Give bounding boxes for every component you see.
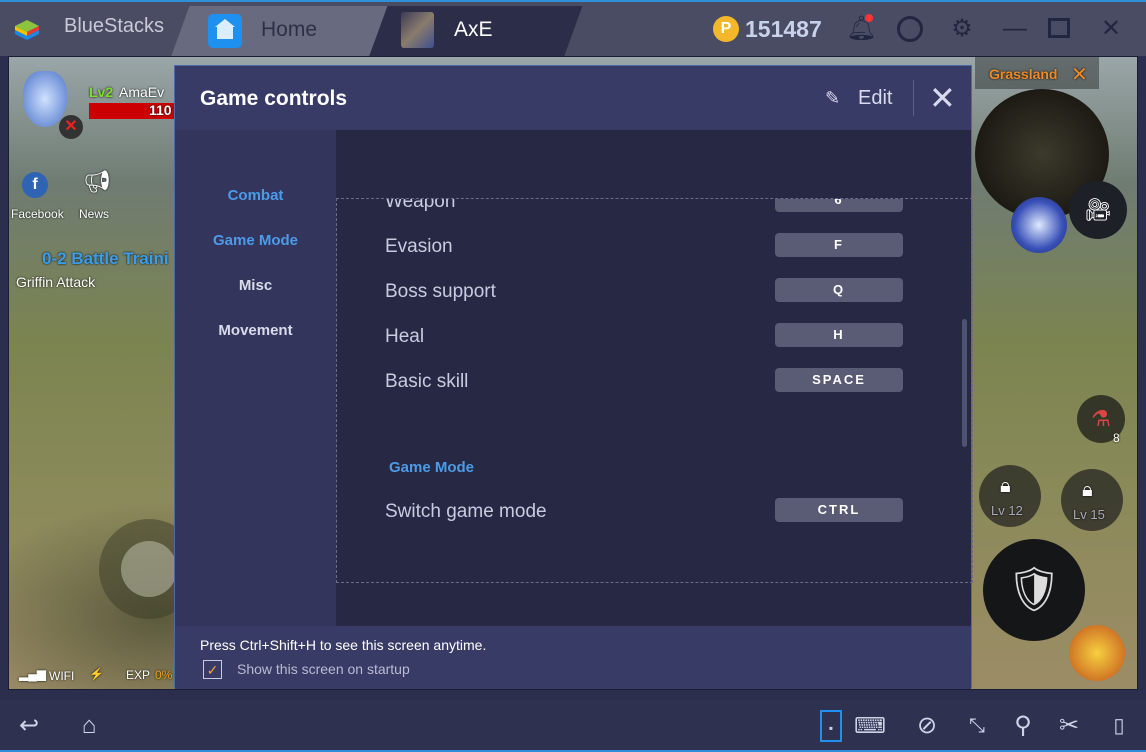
app-title: BlueStacks	[64, 15, 165, 37]
dialog-header: Game controls ✎ Edit ✕	[175, 66, 971, 130]
minimize-icon[interactable]: —	[1000, 14, 1030, 44]
quest-subtitle: Griffin Attack	[16, 274, 96, 290]
tab-axe-label[interactable]: AxE	[454, 18, 493, 42]
rotate-device-icon[interactable]: ▯	[1102, 710, 1136, 742]
control-label: Evasion	[385, 236, 453, 257]
bluestacks-logo	[15, 20, 39, 40]
pencil-icon[interactable]: ✎	[825, 88, 847, 110]
key-binding[interactable]: 6	[775, 199, 903, 212]
key-binding[interactable]: F	[775, 233, 903, 257]
key-binding[interactable]: Q	[775, 278, 903, 302]
startup-checkbox[interactable]: ✓	[203, 660, 222, 679]
category-sidebar: Combat Game Mode Misc Movement	[175, 130, 336, 626]
exp-value: 0%	[155, 668, 173, 682]
lock-level-1: Lv 12	[991, 503, 1023, 518]
key-binding[interactable]: H	[775, 323, 903, 347]
section-heading-game-mode: Game Mode	[389, 459, 475, 476]
fire-skill-icon[interactable]	[1069, 625, 1125, 681]
close-badge-icon: ✕	[59, 115, 83, 139]
lock-icon: 🔒︎	[1082, 479, 1093, 501]
player-level: Lv2	[89, 84, 114, 100]
megaphone-icon[interactable]: 📢︎	[83, 169, 111, 195]
bottom-toolbar: ↩ ⌂ ▪ ⌨ ⊘ ⤡ ⚲ ✂ ▯	[0, 700, 1146, 752]
skill-orb-icon[interactable]	[1011, 197, 1067, 253]
sidebar-item-movement[interactable]: Movement	[175, 322, 336, 339]
control-label: Heal	[385, 326, 425, 347]
dialog-title: Game controls	[200, 87, 348, 110]
home-nav-icon[interactable]: ⌂	[72, 710, 106, 742]
hp-value: 110	[149, 102, 172, 118]
keymapping-toggle-icon[interactable]: ▪	[820, 710, 842, 742]
exp-label: EXP	[126, 668, 151, 682]
header-divider	[913, 80, 914, 116]
startup-checkbox-label[interactable]: Show this screen on startup	[237, 661, 410, 677]
lock-level-2: Lv 15	[1073, 507, 1105, 522]
control-label: Weapon	[385, 198, 456, 212]
battery-icon: ⚡	[89, 667, 104, 681]
zone-name: Grassland	[989, 66, 1058, 82]
dialog-footer: Press Ctrl+Shift+H to see this screen an…	[175, 626, 971, 689]
quest-title[interactable]: 0-2 Battle Traini	[42, 249, 169, 269]
home-icon	[208, 14, 242, 48]
no-entry-icon[interactable]: ⊘	[910, 710, 944, 742]
signal-icon: ▂▄▆	[19, 667, 46, 681]
lock-icon: 🔒︎	[1000, 475, 1011, 497]
key-binding[interactable]: CTRL	[775, 498, 903, 522]
potion-count: 8	[1113, 431, 1120, 445]
wifi-label: WIFI	[49, 669, 75, 683]
maximize-icon[interactable]	[1048, 18, 1070, 38]
scrollbar[interactable]	[962, 319, 967, 447]
scissors-icon[interactable]: ✂	[1052, 710, 1086, 742]
controls-list: Weapon 6 Evasion F Boss support Q Heal H…	[336, 198, 973, 583]
sidebar-item-misc[interactable]: Misc	[175, 277, 336, 294]
player-name: AmaEv	[119, 84, 165, 100]
hp-bar: 110	[89, 102, 175, 119]
back-icon[interactable]: ↩	[12, 710, 46, 742]
control-label: Basic skill	[385, 371, 469, 392]
camera-view-icon[interactable]: 🎥︎	[1069, 181, 1127, 239]
shortcut-hint: Press Ctrl+Shift+H to see this screen an…	[200, 637, 487, 653]
bell-icon[interactable]: 🔔︎	[846, 14, 876, 44]
account-icon[interactable]	[897, 16, 923, 42]
fullscreen-icon[interactable]: ⤡	[960, 710, 994, 742]
control-label: Boss support	[385, 281, 496, 302]
attack-shield-sword-icon[interactable]: 🛡︎	[983, 539, 1085, 641]
zone-banner: Grassland ✕	[975, 57, 1099, 89]
key-binding[interactable]: SPACE	[775, 368, 903, 392]
facebook-label[interactable]: Facebook	[11, 207, 64, 221]
locked-skill-1[interactable]: Lv 12 🔒︎	[979, 465, 1041, 527]
location-icon[interactable]: ⚲	[1006, 710, 1040, 742]
guild-emblem-icon	[23, 71, 67, 127]
sidebar-item-game-mode[interactable]: Game Mode	[175, 232, 336, 249]
keyboard-icon[interactable]: ⌨	[848, 710, 892, 742]
facebook-icon[interactable]: f	[22, 172, 48, 198]
game-thumbnail	[401, 12, 434, 48]
control-label: Switch game mode	[385, 501, 547, 522]
news-label[interactable]: News	[79, 207, 109, 221]
gear-icon[interactable]: ⚙	[947, 14, 977, 44]
edit-button[interactable]: Edit	[858, 87, 892, 110]
game-controls-dialog: Game controls ✎ Edit ✕ Combat Game Mode …	[174, 65, 973, 689]
title-bar: BlueStacks Home AxE P 151487 🔔︎ ⚙ — ✕	[0, 0, 1146, 58]
coin-icon: P	[713, 16, 739, 42]
crossed-swords-icon: ✕	[1071, 64, 1088, 86]
tab-home-label[interactable]: Home	[261, 18, 317, 42]
close-icon[interactable]: ✕	[929, 80, 956, 116]
coin-count: 151487	[745, 16, 822, 42]
sidebar-item-combat[interactable]: Combat	[175, 187, 336, 204]
locked-skill-2[interactable]: Lv 15 🔒︎	[1061, 469, 1123, 531]
close-window-icon[interactable]: ✕	[1096, 14, 1126, 44]
